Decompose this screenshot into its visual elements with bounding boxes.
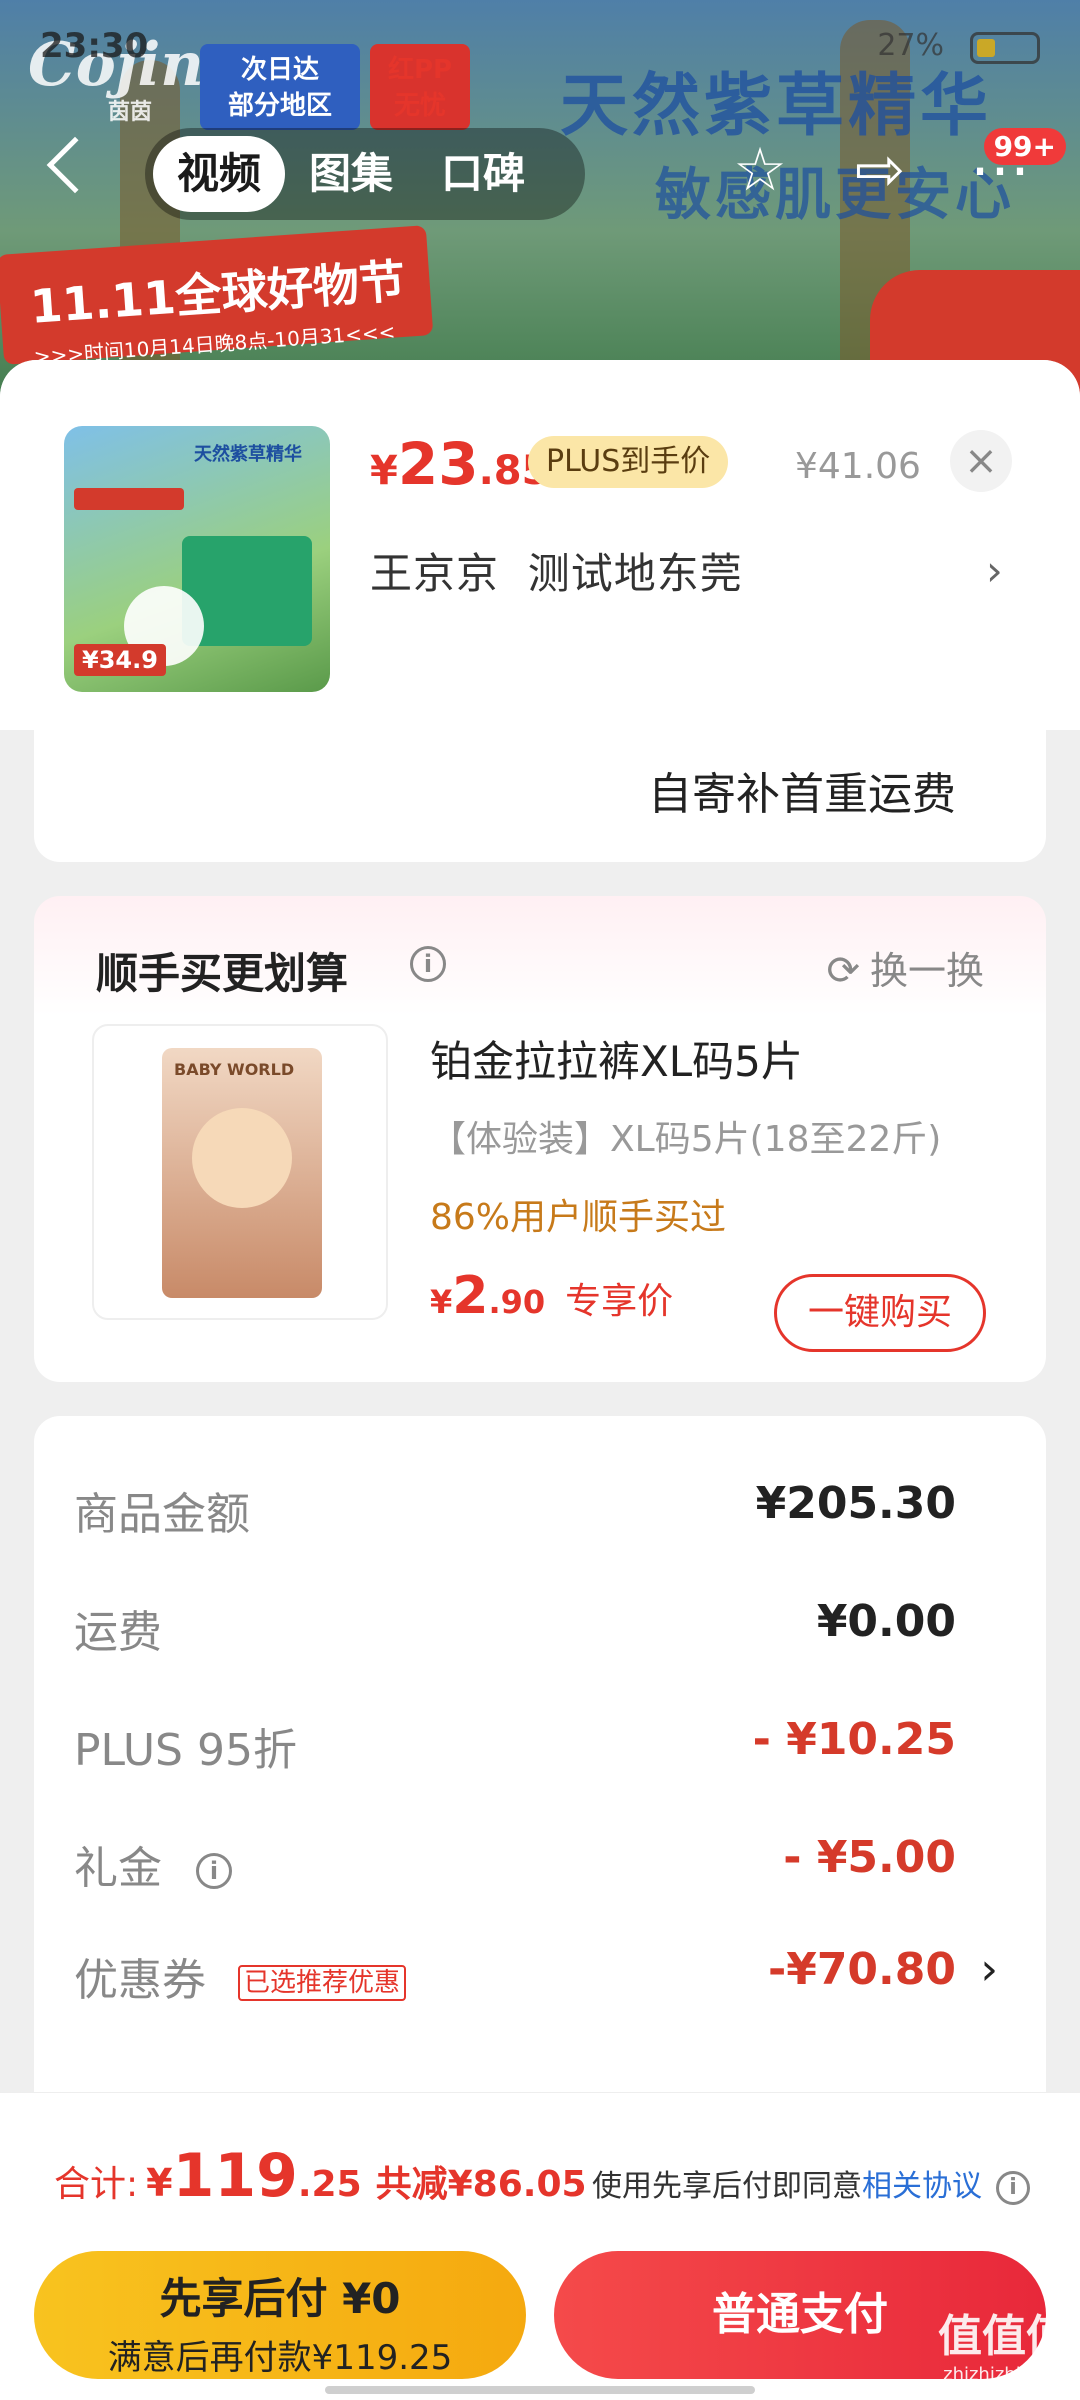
coupon-value: -¥70.80 [767,1944,956,1995]
shipping-note: 自寄补首重运费 [648,769,956,820]
star-icon[interactable]: ☆ [720,130,800,210]
diaper-package: BABY WORLD [162,1048,322,1298]
price-summary-card: 商品金额 ¥205.30 运费 ¥0.00 PLUS 95折 - ¥10.25 … [34,1416,1046,2136]
sheet-header: 天然紫草精华 ¥34.9 ¥ 23 .85 PLUS到手价 ¥41.06 × 王… [0,360,1080,730]
upsell-price-currency: ¥ [430,1283,453,1321]
info-icon[interactable]: i [196,1853,232,1889]
summary-row-goods: 商品金额 ¥205.30 [74,1478,956,1548]
tab-gallery[interactable]: 图集 [285,136,417,212]
checkout-footer: 合计: ¥ 119 .25 共减¥86.05 使用先享后付即同意相关协议 i 先享… [0,2092,1080,2400]
package-brand: BABY WORLD [174,1060,295,1079]
refresh-label: 换一换 [869,949,984,993]
one-click-buy-button[interactable]: 一键购买 [774,1274,986,1352]
summary-row-freight: 运费 ¥0.00 [74,1596,956,1666]
upsell-price: ¥ 2 .90 专享价 [430,1266,673,1326]
thumb-title: 天然紫草精华 [194,444,302,465]
pay-later-button[interactable]: 先享后付 ¥0 满意后再付款¥119.25 [34,2251,526,2379]
gift-value: - ¥5.00 [783,1832,956,1883]
thumb-price: ¥34.9 [74,644,166,676]
freight-value: ¥0.00 [816,1596,956,1647]
summary-row-gift: 礼金 i - ¥5.00 [74,1832,956,1902]
plus-price-tag: PLUS到手价 [528,436,729,488]
upsell-product-image[interactable]: BABY WORLD [92,1024,388,1320]
battery-icon [970,32,1040,64]
tab-reviews[interactable]: 口碑 [417,136,549,212]
shipping-card: 自寄补首重运费 [34,730,1046,862]
total-currency: ¥ [146,2161,173,2205]
coupon-recommended-tag: 已选推荐优惠 [238,1965,407,2001]
plus-discount-value: - ¥10.25 [752,1714,956,1765]
total-integer: 119 [172,2141,298,2211]
order-total: 合计: ¥ 119 .25 共减¥86.05 [54,2141,587,2211]
upsell-price-integer: 2 [452,1266,489,1326]
agreement-text: 使用先享后付即同意相关协议 i [592,2161,1030,2205]
agreement-prefix: 使用先享后付即同意 [592,2169,862,2204]
plus-discount-label: PLUS 95折 [74,1725,297,1776]
chevron-right-icon[interactable]: › [980,1944,998,1995]
info-icon[interactable]: i [410,946,446,982]
original-price: ¥41.06 [795,446,921,487]
festival-banner: 11.11全球好物节 >>>时间10月14日晚8点-10月31<<< [0,225,434,369]
home-indicator[interactable] [325,2386,755,2394]
battery-percent: 27% [877,28,944,63]
pay-later-title: 先享后付 ¥0 [159,2274,401,2323]
refresh-icon: ⟳ [826,948,860,994]
upsell-title: 顺手买更划算 [96,949,349,998]
info-icon[interactable]: i [996,2170,1030,2205]
upsell-product-name[interactable]: 铂金拉拉裤XL码5片 [430,1028,803,1089]
baby-picture [192,1108,292,1208]
summary-row-coupon[interactable]: 优惠券 已选推荐优惠 -¥70.80 [74,1944,956,2014]
pay-later-subtitle: 满意后再付款¥119.25 [107,2338,453,2378]
chevron-right-icon[interactable]: › [986,546,1003,595]
site-watermark: 值值值 zhizhizhi.com [938,2311,1070,2385]
price-currency: ¥ [370,448,398,494]
price-integer: 23 [397,430,479,498]
upsell-card: 顺手买更划算 i ⟳ 换一换 BABY WORLD 铂金拉拉裤XL码5片 【体验装… [34,896,1046,1382]
tab-video[interactable]: 视频 [153,136,286,212]
freight-label: 运费 [74,1607,162,1658]
goods-value: ¥205.30 [755,1478,956,1529]
media-tabs: 视频 图集 口碑 [145,128,585,220]
upsell-price-label: 专享价 [565,1281,674,1322]
thumb-festival-strip [74,488,184,510]
product-thumbnail: 天然紫草精华 ¥34.9 [64,426,330,692]
coupon-label: 优惠券 [74,1955,206,2006]
total-label: 合计: [54,2164,139,2205]
share-icon[interactable]: ⇨ [840,130,920,210]
total-decimal: .25 [297,2164,362,2205]
cart-count-badge: 99+ [983,128,1066,165]
upsell-bought-rate: 86%用户顺手买过 [430,1197,727,1238]
summary-row-plus: PLUS 95折 - ¥10.25 [74,1714,956,1784]
status-bar: 23:30 27% [40,20,1040,80]
upsell-product-spec: 【体验装】XL码5片(18至22斤) [430,1119,942,1160]
total-saved: 共减¥86.05 [375,2164,587,2205]
gift-label: 礼金 [74,1843,162,1894]
upsell-price-decimal: .90 [488,1283,546,1321]
refresh-button[interactable]: ⟳ 换一换 [826,940,984,995]
agreement-link[interactable]: 相关协议 [862,2169,982,2204]
status-time: 23:30 [40,26,149,66]
goods-label: 商品金额 [74,1489,250,1540]
close-icon[interactable]: × [950,430,1012,492]
product-price: ¥ 23 .85 [370,430,549,498]
delivery-address[interactable]: 王京京 测试地东莞 [370,540,743,601]
